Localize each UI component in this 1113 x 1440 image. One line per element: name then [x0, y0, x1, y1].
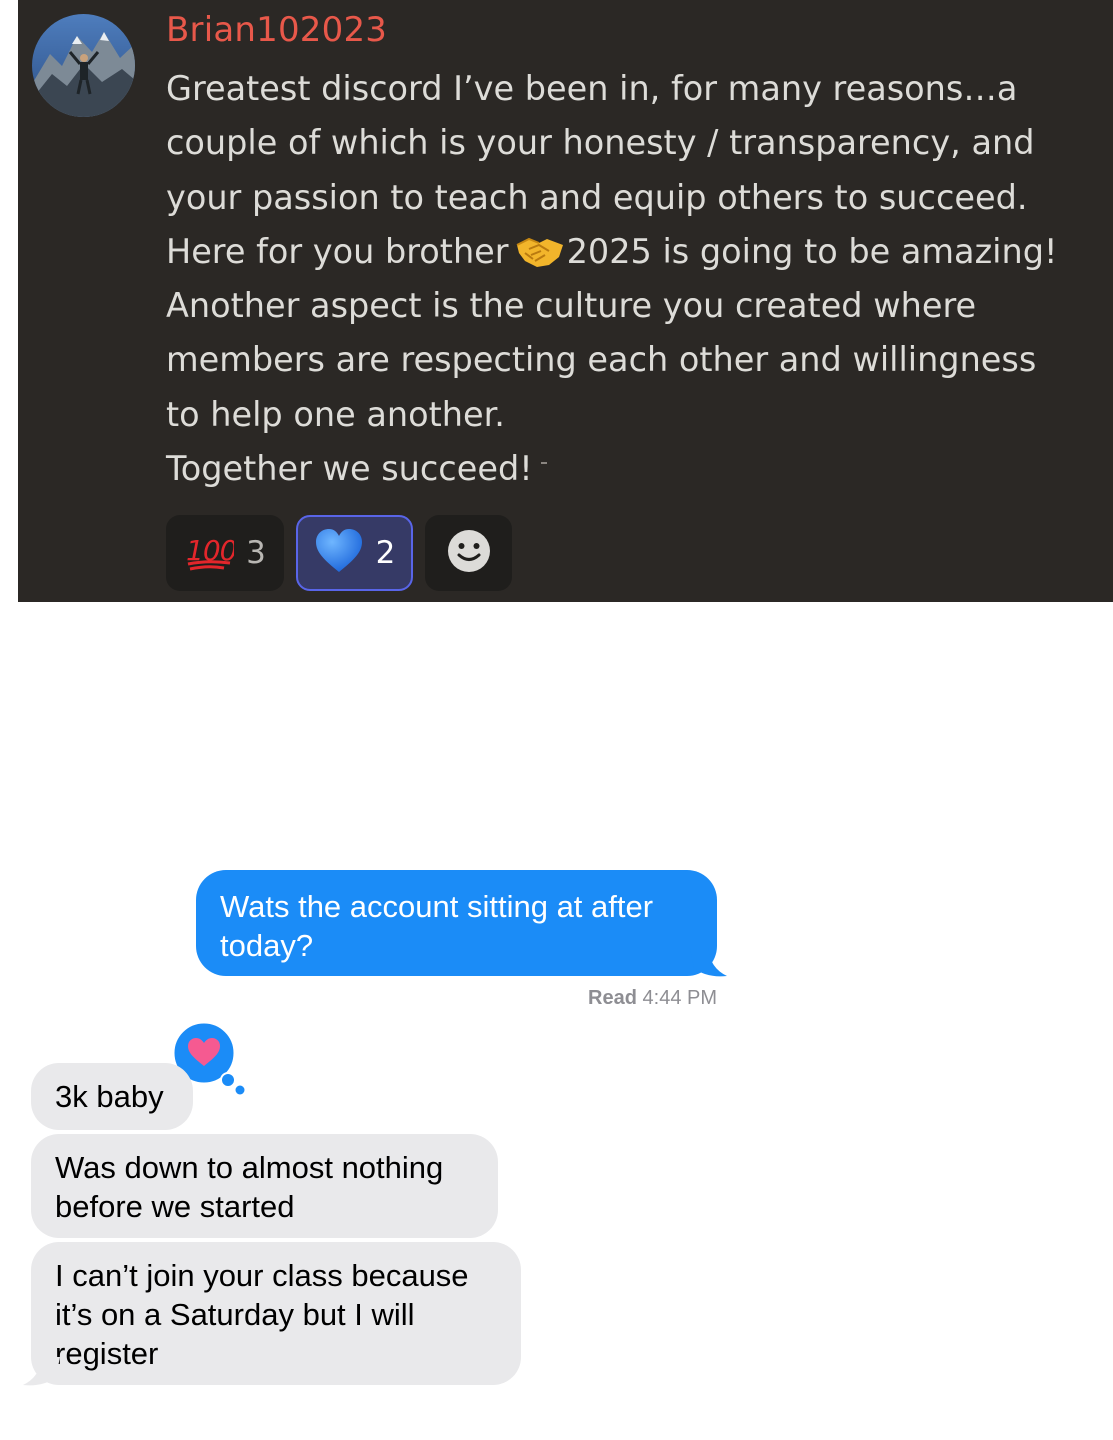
message-line: register [55, 1336, 159, 1371]
message-text: 2025 is going to be amazing! [566, 231, 1058, 271]
add-reaction-button[interactable] [425, 515, 512, 591]
incoming-message-bubble[interactable]: Was down to almost nothing before we sta… [31, 1134, 498, 1238]
reaction-count: 2 [375, 535, 396, 571]
message-line: before we started [55, 1189, 295, 1224]
message-text: Together we succeed! [166, 449, 533, 489]
message-line: to help one another. [166, 394, 505, 434]
divider [540, 462, 547, 465]
username[interactable]: Brian102023 [166, 10, 387, 50]
handshake-icon [515, 231, 565, 267]
message-line: today? [220, 928, 314, 963]
message-line: 3k baby [55, 1079, 164, 1114]
reaction-count: 3 [246, 535, 266, 571]
message-line: Here for you brother 2025 is going to be… [166, 225, 1101, 279]
message-line: members are respecting each other and wi… [166, 340, 1037, 380]
message-line: Was down to almost nothing [55, 1150, 444, 1185]
read-time: 4:44 PM [642, 987, 717, 1009]
reaction-blue-heart-button[interactable]: 2 [296, 515, 413, 591]
blue-heart-icon [314, 528, 364, 579]
incoming-message-bubble[interactable]: 3k baby [31, 1063, 193, 1130]
read-label: Read [588, 987, 637, 1009]
message-line: Greatest discord I’ve been in, for many … [166, 69, 1018, 108]
outgoing-bubble-tail [690, 948, 727, 977]
incoming-bubble-tail [23, 1357, 60, 1386]
reaction-hundred-button[interactable]: 100 3 [166, 515, 284, 591]
read-receipt: Read 4:44 PM [588, 987, 717, 1010]
message-line: Another aspect is the culture you create… [166, 286, 977, 326]
message-line: Wats the account sitting at after [220, 889, 654, 924]
message-line: Together we succeed! [166, 442, 1101, 496]
add-reaction-icon [446, 528, 492, 579]
message-line: couple of which is your honesty / transp… [166, 123, 1035, 163]
message-line: it’s on a Saturday but I will [55, 1297, 415, 1332]
message-text: Here for you brother [166, 231, 509, 271]
incoming-message-bubble[interactable]: I can’t join your class because it’s on … [31, 1242, 521, 1385]
message-body: Greatest discord I’ve been in, for many … [166, 62, 1101, 496]
outgoing-message-bubble[interactable]: Wats the account sitting at after today? [196, 870, 717, 976]
hundred-points-icon: 100 [184, 530, 238, 577]
discord-message-panel: Brian102023 Greatest discord I’ve been i… [18, 0, 1113, 602]
user-avatar[interactable] [32, 14, 135, 117]
message-line: I can’t join your class because [55, 1258, 469, 1293]
message-line: your passion to teach and equip others t… [166, 177, 1028, 217]
